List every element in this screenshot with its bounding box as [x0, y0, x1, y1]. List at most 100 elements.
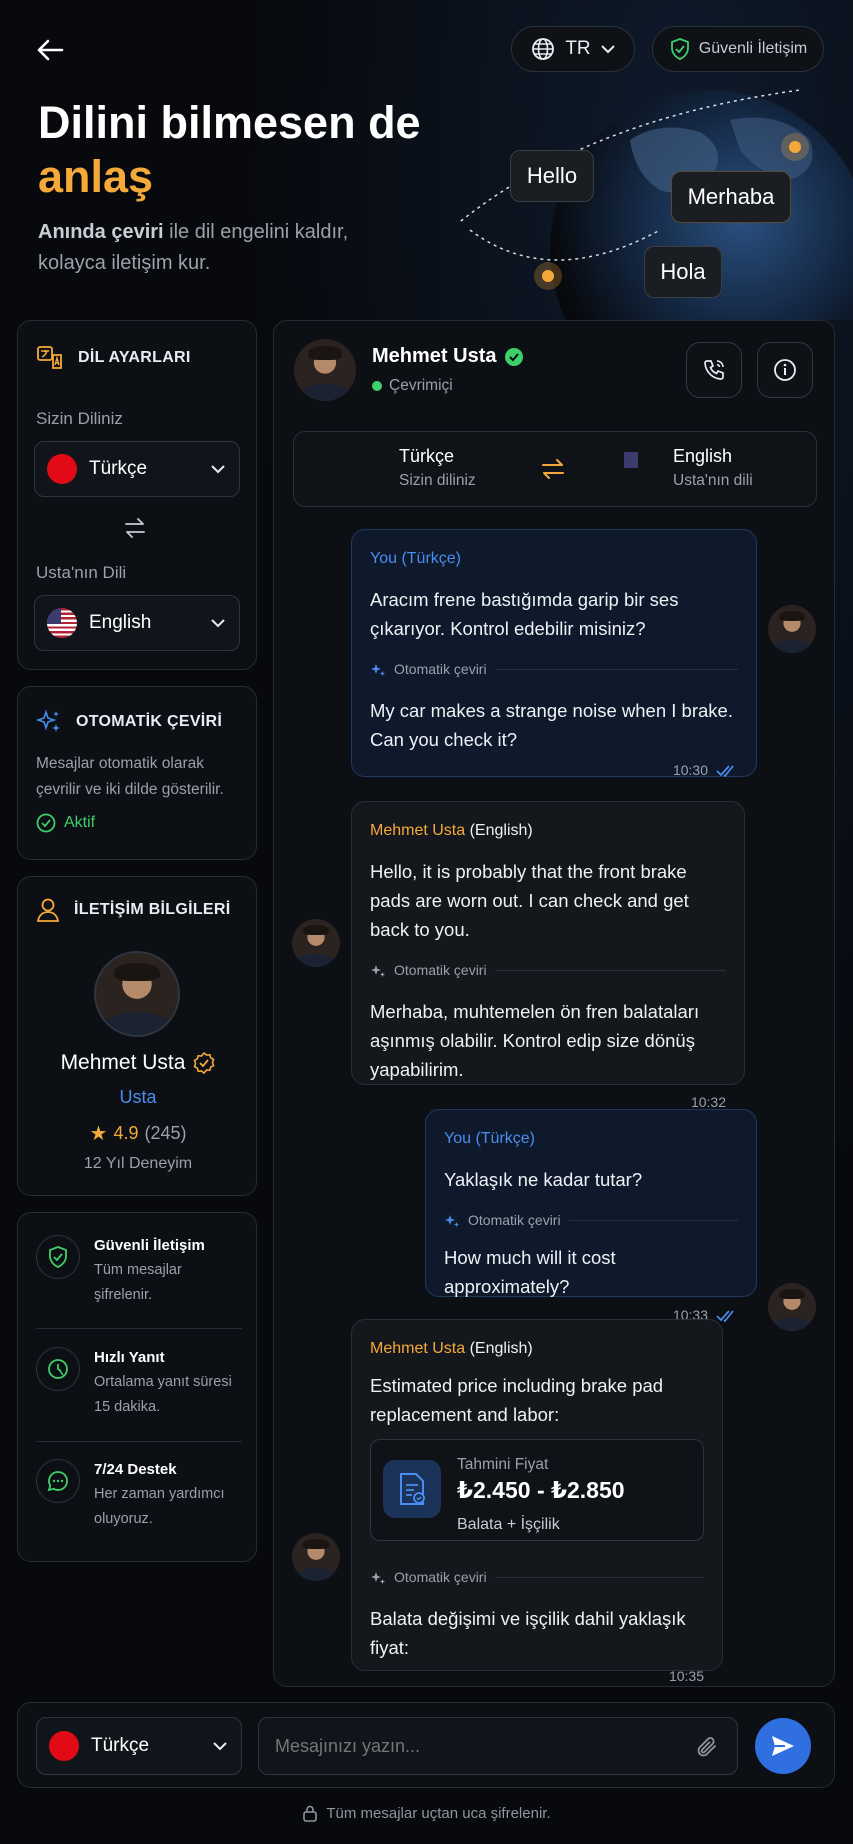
auto-translate-label: OTOMATİK ÇEVİRİ: [76, 713, 223, 730]
price-sub: Balata + İşçilik: [457, 1516, 560, 1533]
message-time-row: 10:35: [370, 1662, 704, 1691]
swap-icon: [125, 518, 145, 538]
message-original: Aracım frene bastığımda garip bir ses çı…: [370, 589, 679, 639]
separator-line: [494, 669, 738, 670]
check-circle-icon: [36, 813, 56, 833]
contact-role: Usta: [119, 1087, 157, 1107]
feature-text: Hızlı Yanıt Ortalama yanıt süresi 15 dak…: [94, 1347, 242, 1420]
message-translation: My car makes a strange noise when I brak…: [370, 700, 733, 750]
send-icon: [772, 1736, 794, 1756]
info-button[interactable]: [757, 342, 813, 398]
auto-translate-title: OTOMATİK ÇEVİRİ: [36, 709, 222, 735]
bubble-hola: Hola: [644, 246, 722, 298]
back-button[interactable]: [30, 30, 70, 70]
paperclip-icon[interactable]: [695, 1734, 719, 1760]
sparkle-icon: [371, 964, 385, 977]
master-language-select[interactable]: English: [34, 595, 240, 651]
auto-translate-tag: Otomatik çeviri: [394, 661, 487, 677]
swap-arrows-icon: [542, 459, 564, 479]
shield-check-icon: [670, 38, 689, 60]
your-language-label: Sizin Diliniz: [36, 409, 123, 428]
message-input-wrap: [258, 1717, 738, 1775]
feature-text: 7/24 Destek Her zaman yardımcı oluyoruz.: [94, 1459, 242, 1532]
message-translation: Balata değişimi ve işçilik dahil yaklaşı…: [370, 1608, 686, 1658]
message-sender: You (Türkçe): [370, 544, 738, 573]
bubble-merhaba: Merhaba: [671, 171, 791, 223]
sparkle-icon: [36, 709, 60, 732]
sender-name: You: [444, 1130, 471, 1147]
chat-right-lang: English: [673, 446, 733, 466]
contact-name: Mehmet Usta: [60, 1051, 186, 1074]
composer-language-select[interactable]: Türkçe: [36, 1717, 242, 1775]
auto-translate-separator: Otomatik çeviri: [370, 1563, 704, 1592]
contact-experience: 12 Yıl Deneyim: [83, 1155, 193, 1172]
sparkle-icon: [371, 663, 385, 676]
swap-languages-button[interactable]: [123, 517, 147, 544]
turkey-flag-icon: [47, 454, 77, 484]
feature-title: 7/24 Destek: [94, 1461, 177, 1478]
message-time: 10:35: [668, 1668, 704, 1684]
language-selector[interactable]: TR: [511, 26, 635, 72]
encryption-note: Tüm mesajlar uçtan uca şifrelenir.: [0, 1804, 853, 1822]
secure-communication-badge[interactable]: Güvenli İletişim: [652, 26, 824, 72]
contact-info-title: İLETİŞİM BİLGİLERİ: [36, 897, 231, 923]
composer-language-value: Türkçe: [91, 1735, 150, 1756]
message-received: Mehmet Usta (English) Estimated price in…: [351, 1319, 723, 1684]
user-icon: [36, 898, 60, 922]
message-translation: How much will it cost approximately?: [444, 1247, 616, 1297]
chat-header-avatar: [294, 339, 356, 401]
hero-title-line2: anlaş: [38, 151, 154, 202]
verified-badge-icon: [193, 1052, 215, 1074]
hero-title: Dilini bilmesen de anlaş: [38, 96, 421, 204]
sparkle-icon: [445, 1214, 459, 1227]
chat-header-status: Çevrimiçi: [372, 377, 453, 395]
sender-lang: (English): [469, 822, 533, 839]
message-input[interactable]: [275, 1718, 675, 1774]
sender-name: You: [370, 550, 397, 567]
contact-avatar: [94, 951, 180, 1037]
message-sent: You (Türkçe) Aracım frene bastığımda gar…: [351, 529, 757, 778]
divider: [36, 1328, 242, 1329]
chevron-down-icon: [211, 465, 225, 474]
feature-item: Hızlı Yanıt Ortalama yanıt süresi 15 dak…: [36, 1347, 242, 1420]
price-label: Tahmini Fiyat: [457, 1456, 549, 1473]
user-avatar: [768, 605, 816, 653]
price-icon-wrap: [383, 1460, 441, 1518]
feature-item: 7/24 Destek Her zaman yardımcı oluyoruz.: [36, 1459, 242, 1532]
feature-item: Güvenli İletişim Tüm mesajlar şifrelenir…: [36, 1235, 242, 1308]
message-time-row: 10:30: [370, 756, 738, 785]
sender-lang: (Türkçe): [475, 1130, 536, 1147]
auto-translate-separator: Otomatik çeviri: [444, 1206, 738, 1235]
chevron-down-icon: [213, 1742, 227, 1751]
contact-rating: ★ 4.9 (245): [18, 1121, 258, 1146]
price-card: Tahmini Fiyat ₺2.450 - ₺2.850 Balata + İ…: [370, 1439, 704, 1541]
us-flag-icon: [47, 608, 77, 638]
call-button[interactable]: [686, 342, 742, 398]
double-check-icon: [716, 1309, 734, 1322]
auto-translate-status-label: Aktif: [64, 814, 96, 831]
message-received: Mehmet Usta (English) Hello, it is proba…: [351, 801, 745, 1110]
master-language-value: English: [89, 612, 152, 633]
chat-language-bar: Türkçe Sizin diliniz English Usta'nın di…: [293, 431, 817, 507]
message-original: Estimated price including brake pad repl…: [370, 1375, 664, 1425]
divider: [36, 1441, 242, 1442]
translate-icon: [37, 346, 62, 369]
message-composer: Türkçe: [17, 1702, 835, 1788]
contact-info-panel: İLETİŞİM BİLGİLERİ Mehmet Usta Usta ★ 4.…: [17, 876, 257, 1196]
chat-left-lang-sub: Sizin diliniz: [399, 472, 476, 489]
message-sender: Mehmet Usta (English): [370, 816, 726, 845]
feature-icon-wrap: [36, 1459, 80, 1503]
sender-lang: (English): [469, 1340, 533, 1357]
phone-icon: [704, 360, 724, 380]
info-icon: [774, 359, 796, 381]
auto-translate-tag: Otomatik çeviri: [468, 1212, 561, 1228]
feature-text: Güvenli İletişim Tüm mesajlar şifrelenir…: [94, 1235, 242, 1308]
your-language-select[interactable]: Türkçe: [34, 441, 240, 497]
feature-description: Ortalama yanıt süresi 15 dakika.: [94, 1374, 232, 1415]
message-sent: You (Türkçe) Yaklaşık ne kadar tutar? Ot…: [425, 1109, 757, 1323]
auto-translate-description: Mesajlar otomatik olarak çevrilir ve iki…: [36, 755, 224, 798]
verified-check-icon: [505, 347, 524, 366]
invoice-icon: [400, 1473, 425, 1505]
send-button[interactable]: [755, 1718, 811, 1774]
feature-title: Güvenli İletişim: [94, 1237, 205, 1254]
